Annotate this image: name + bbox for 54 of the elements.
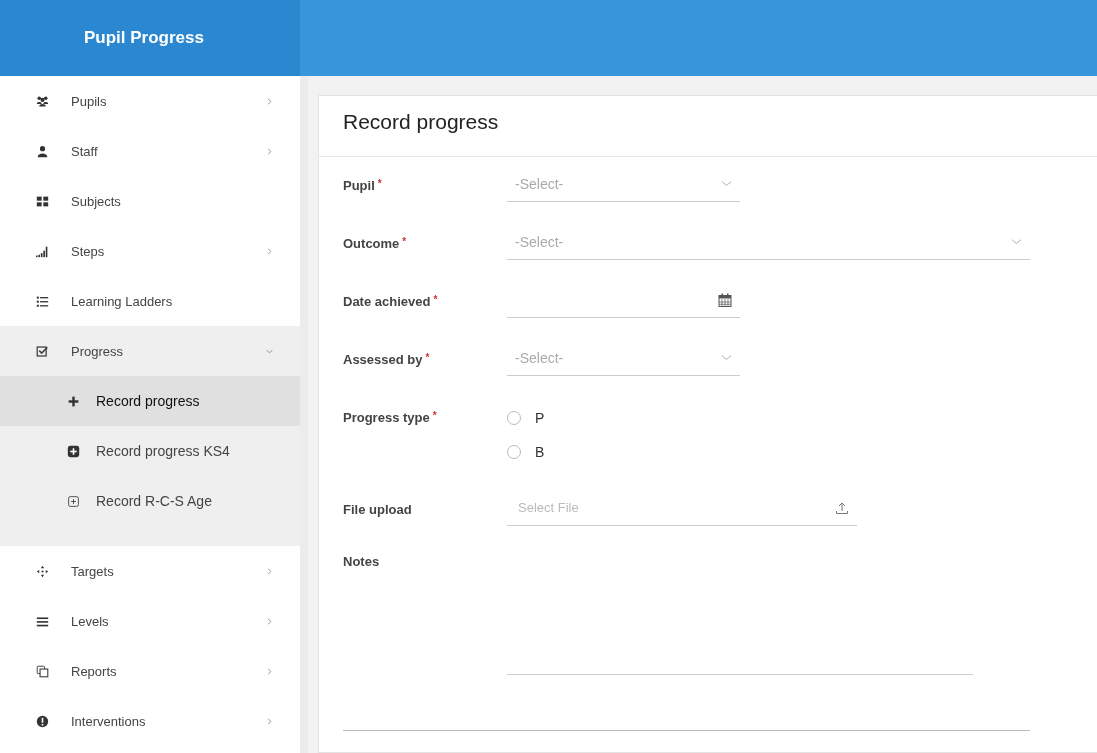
chevron-down-icon [721, 353, 732, 362]
required-mark: * [377, 178, 382, 189]
plus-square-icon [67, 494, 80, 508]
required-mark: * [433, 294, 438, 305]
field-label: Assessed by [343, 352, 423, 367]
sidebar-item[interactable]: Targets [0, 546, 300, 596]
plus-square-icon [67, 444, 80, 458]
required-mark: * [402, 236, 407, 247]
chevron-right-icon [265, 566, 274, 576]
field-label: Date achieved [343, 294, 431, 309]
field-label: File upload [343, 502, 412, 517]
upload-icon [835, 500, 849, 515]
sidebar-subitem[interactable]: Record progress [0, 376, 300, 426]
sidebar-item[interactable]: Subjects [0, 176, 300, 226]
sidebar-item[interactable]: Reports [0, 646, 300, 696]
sidebar-item[interactable]: Steps [0, 226, 300, 276]
sidebar-item[interactable]: Staff [0, 126, 300, 176]
plus-icon [67, 394, 80, 408]
chevron-right-icon [265, 246, 274, 256]
crosshair-icon [36, 564, 49, 578]
field-label: Outcome [343, 236, 400, 251]
person-icon [36, 144, 49, 158]
radio-option[interactable]: B [507, 444, 545, 460]
exclamation-icon [36, 714, 49, 728]
sidebar-item[interactable]: Learning Ladders [0, 276, 300, 326]
chevron-down-icon [1011, 237, 1022, 246]
checkbox-icon [36, 344, 49, 358]
chevron-right-icon [265, 716, 274, 726]
list-icon [36, 294, 49, 308]
chevron-down-icon [721, 179, 732, 188]
sidebar-subitem[interactable]: Record progress KS4 [0, 426, 300, 476]
app-title: Pupil Progress [0, 0, 300, 76]
chevron-right-icon [265, 96, 274, 106]
chevron-right-icon [265, 666, 274, 676]
required-mark: * [425, 352, 430, 363]
card-title: Record progress [319, 96, 1097, 157]
people-icon [36, 94, 49, 108]
sidebar-item[interactable]: Levels [0, 596, 300, 646]
field-label: Notes [343, 554, 380, 569]
sidebar-subitem[interactable]: Record R-C-S Age [0, 476, 300, 526]
signal-icon [36, 244, 49, 258]
field-label: Pupil [343, 178, 375, 193]
sidebar-item[interactable]: Progress [0, 326, 300, 376]
required-mark: * [432, 410, 437, 421]
grid-icon [36, 194, 49, 208]
radio-option[interactable]: P [507, 410, 545, 426]
sidebar-item[interactable]: Pupils [0, 76, 300, 126]
menu-icon [36, 614, 49, 628]
copy-icon [36, 664, 49, 678]
sidebar-item[interactable]: Interventions [0, 696, 300, 746]
calendar-icon [718, 292, 732, 307]
chevron-right-icon [265, 146, 274, 156]
field-label: Progress type [343, 410, 430, 425]
chevron-right-icon [265, 616, 274, 626]
